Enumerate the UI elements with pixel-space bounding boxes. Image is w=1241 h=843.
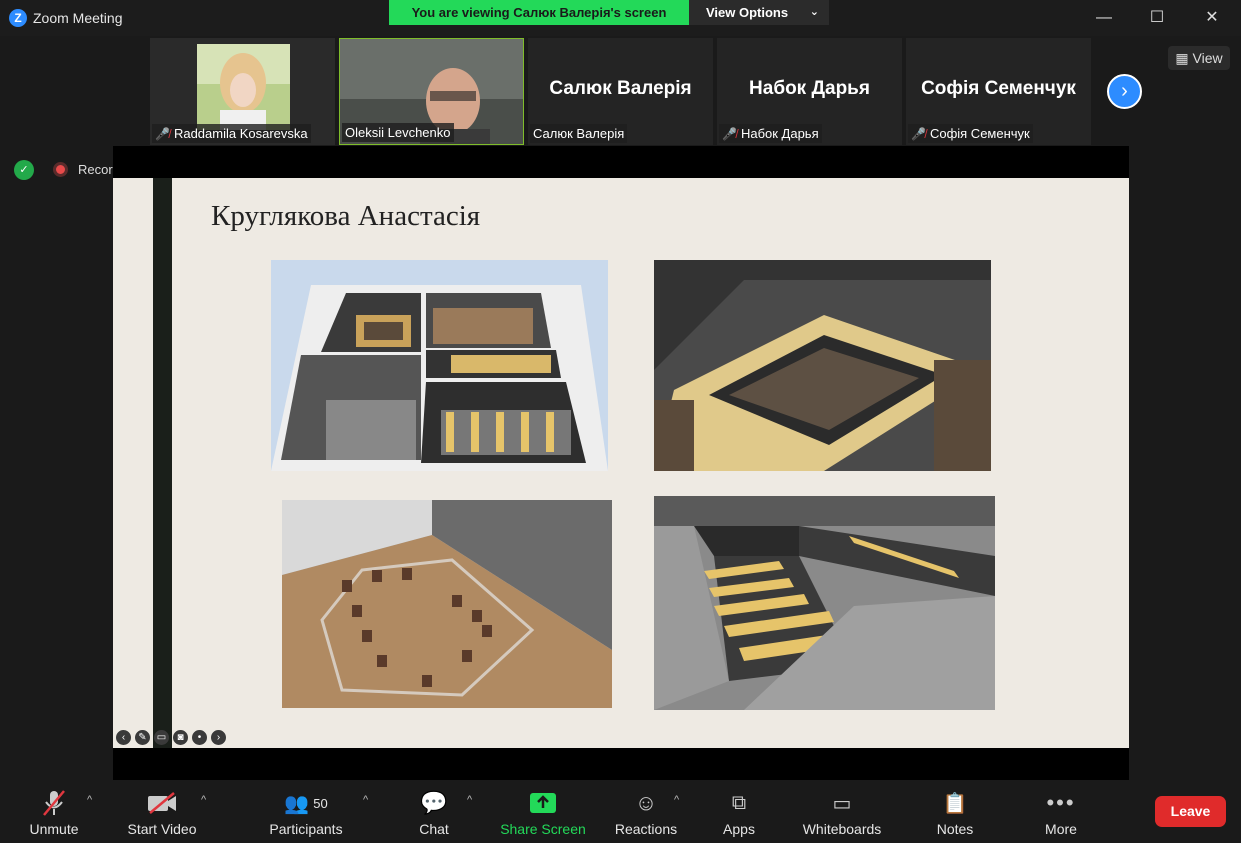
slide-image-wooden-floor-room (282, 500, 612, 708)
leave-meeting-button[interactable]: Leave (1155, 796, 1226, 827)
slide-decoration-bar (153, 178, 172, 748)
participant-name-label: 🎤̸ Набок Дарья (719, 124, 822, 143)
pen-icon[interactable]: ✎ (135, 729, 150, 745)
unmute-button[interactable]: Unmute (22, 788, 86, 837)
participant-tile[interactable]: Салюк Валерія Салюк Валерія (528, 38, 713, 145)
participant-tile[interactable]: Софія Семенчук 🎤̸ Софія Семенчук (906, 38, 1091, 145)
window-title: Zoom Meeting (33, 10, 123, 26)
maximize-button[interactable]: ☐ (1137, 4, 1177, 32)
title-bar: Z Zoom Meeting You are viewing Салюк Вал… (0, 0, 1241, 36)
apps-button[interactable]: ⧉ Apps (716, 788, 762, 838)
participant-tile[interactable]: 🎤̸ Raddamila Kosarevska (150, 38, 335, 145)
participant-display-name: Набок Дарья (749, 78, 870, 99)
start-video-button[interactable]: Start Video (124, 788, 200, 837)
participants-button[interactable]: 👥 50 Participants (266, 788, 346, 838)
slide-image-classroom (654, 496, 995, 710)
chat-icon: 💬 (420, 790, 448, 815)
security-shield-icon[interactable]: ✓ (14, 160, 34, 180)
smiley-icon: ☺ (634, 790, 658, 815)
participant-name-label: 🎤̸ Софія Семенчук (908, 124, 1033, 143)
view-options-button[interactable]: View Options ⌄ (689, 0, 829, 25)
presentation-slide: Круглякова Анастасія ‹ ✎ ▭ ◙ • › (113, 178, 1129, 748)
next-participants-button[interactable]: › (1107, 74, 1142, 109)
video-options-caret[interactable]: ^ (201, 794, 206, 806)
close-button[interactable]: ✕ (1192, 4, 1232, 32)
share-screen-icon (530, 793, 556, 813)
participant-name-label: Oleksii Levchenko (342, 123, 454, 142)
apps-icon: ⧉ (731, 791, 747, 814)
chat-button[interactable]: 💬 Chat (416, 788, 452, 837)
view-layout-button[interactable]: ▦ View (1168, 46, 1230, 70)
video-off-icon (148, 792, 176, 814)
participant-strip: 🎤̸ Raddamila Kosarevska Oleksii Levchenko… (150, 38, 1091, 145)
camera-off-icon[interactable]: ◙ (173, 729, 188, 745)
next-slide-icon[interactable]: › (211, 729, 226, 745)
participants-count: 50 (313, 795, 328, 811)
participant-tile[interactable]: Oleksii Levchenko (339, 38, 524, 145)
muted-mic-icon: 🎤̸ (722, 127, 737, 141)
participant-name-label: Салюк Валерія (530, 124, 628, 143)
chat-options-caret[interactable]: ^ (467, 794, 472, 806)
chevron-down-icon: ⌄ (809, 6, 819, 18)
audio-options-caret[interactable]: ^ (87, 794, 92, 806)
slide-image-floorplan (271, 260, 608, 471)
captions-icon[interactable]: ▭ (154, 729, 169, 745)
more-options-icon[interactable]: • (192, 729, 207, 745)
slide-title: Круглякова Анастасія (211, 200, 481, 232)
previous-slide-icon[interactable]: ‹ (116, 729, 131, 745)
participant-display-name: Салюк Валерія (549, 78, 692, 99)
participants-icon: 👥 (284, 792, 310, 815)
muted-microphone-icon (43, 790, 65, 816)
slide-navigation-controls: ‹ ✎ ▭ ◙ • › (113, 726, 226, 748)
more-button[interactable]: ••• More (1040, 788, 1082, 837)
reactions-button[interactable]: ☺ Reactions (612, 788, 680, 837)
whiteboard-icon: ▭ (832, 792, 852, 815)
zoom-logo-icon: Z (9, 9, 27, 27)
recording-icon (53, 162, 68, 177)
meeting-toolbar: Unmute ^ Start Video ^ 👥 50 Participants… (0, 780, 1241, 843)
more-dots-icon: ••• (1046, 790, 1076, 815)
participant-name-label: 🎤̸ Raddamila Kosarevska (152, 124, 311, 143)
muted-mic-icon: 🎤̸ (911, 127, 926, 141)
viewing-screen-banner: You are viewing Салюк Валерія's screen (389, 0, 689, 25)
view-options-label: View Options (706, 5, 789, 20)
share-screen-button[interactable]: Share Screen (500, 788, 586, 837)
grid-icon: ▦ (1175, 50, 1189, 66)
slide-image-conference-room (654, 260, 991, 471)
notes-button[interactable]: 📋 Notes (932, 788, 978, 838)
participant-display-name: Софія Семенчук (921, 78, 1076, 99)
reactions-options-caret[interactable]: ^ (674, 794, 679, 806)
muted-mic-icon: 🎤̸ (155, 127, 170, 141)
minimize-button[interactable]: — (1084, 4, 1124, 32)
participant-tile[interactable]: Набок Дарья 🎤̸ Набок Дарья (717, 38, 902, 145)
participants-options-caret[interactable]: ^ (363, 794, 368, 806)
notes-icon: 📋 (942, 792, 968, 815)
whiteboards-button[interactable]: ▭ Whiteboards (798, 788, 886, 838)
